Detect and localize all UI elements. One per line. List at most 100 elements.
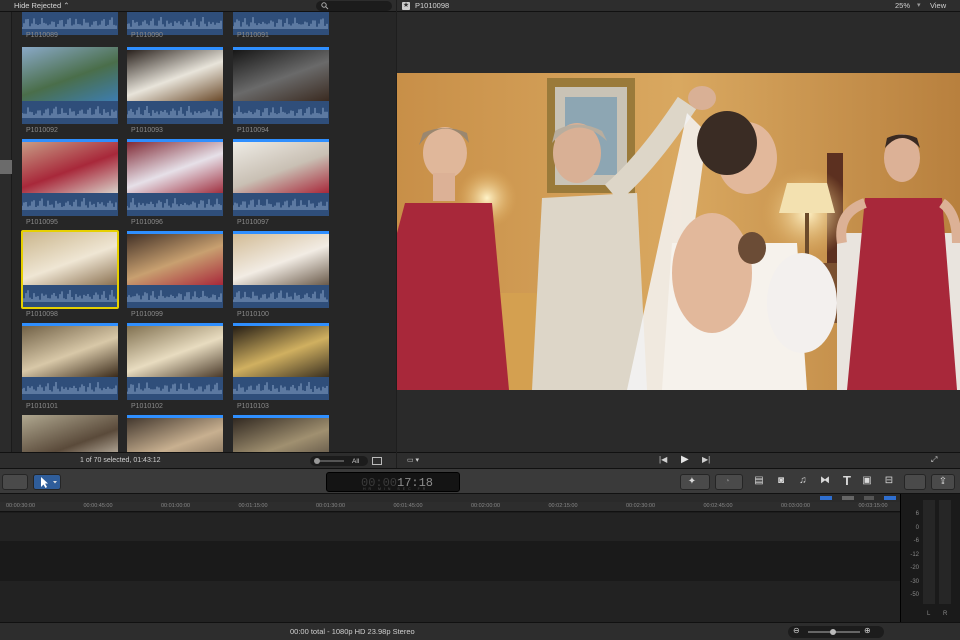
db-scale-label: 0: [915, 524, 919, 531]
audio-waveform: [126, 377, 223, 400]
sidebar-handle[interactable]: [0, 160, 12, 174]
enhance-popup[interactable]: ✦: [680, 474, 710, 490]
timeline-lane[interactable]: [0, 513, 900, 541]
clip-name: P1010094: [237, 127, 269, 134]
video-frame[interactable]: [397, 73, 960, 390]
filter-popup[interactable]: Hide Rejected ⌃: [14, 1, 70, 10]
retime-popup[interactable]: ◔: [715, 474, 743, 490]
ruler-tick: 00:02:00:00: [471, 503, 501, 509]
edit-mode-popup[interactable]: [2, 474, 28, 490]
audio-waveform: [232, 101, 329, 124]
ruler-tick: 00:03:15:00: [858, 503, 888, 509]
play-button[interactable]: ▶: [681, 454, 689, 465]
ruler-tick: 00:01:30:00: [316, 503, 346, 509]
clip-name: P1010096: [131, 219, 163, 226]
marker-range-bar: [127, 231, 223, 234]
previous-edit-button[interactable]: |◀: [659, 455, 667, 464]
clip-filmstrip: [233, 47, 329, 101]
clip-name: P1010098: [26, 311, 58, 318]
timeline-zoom-slider[interactable]: ⊖ ⊕: [788, 626, 884, 638]
clip-name: P1010097: [237, 219, 269, 226]
clip-name: P1010099: [131, 311, 163, 318]
timeline-lane[interactable]: [0, 581, 900, 622]
db-scale: 6 0 -6 -12 -20 -30 -50: [901, 494, 921, 622]
filter-label: Hide Rejected: [14, 1, 62, 10]
clip-appearance-icon[interactable]: [372, 457, 382, 465]
audio-waveform: [232, 377, 329, 400]
clip-name: P1010093: [131, 127, 163, 134]
view-menu[interactable]: View: [930, 1, 946, 10]
music-note-icon[interactable]: ♫: [794, 473, 812, 489]
ruler-tick: 00:02:45:00: [703, 503, 733, 509]
audio-waveform: [126, 101, 223, 124]
generators-icon[interactable]: ▣: [858, 473, 876, 489]
marker-range-bar: [127, 139, 223, 142]
ruler-tick: 00:00:45:00: [83, 503, 113, 509]
event-browser: Hide Rejected ⌃ P1010089 P1010090 P1010091…: [0, 0, 396, 468]
themes-icon[interactable]: ⊟: [880, 473, 898, 489]
clip-name: P1010090: [131, 32, 163, 39]
clip-filmstrip: [233, 231, 329, 285]
db-scale-label: -50: [910, 592, 919, 598]
ruler-tick: 00:01:00:00: [161, 503, 191, 509]
transform-popup[interactable]: ▭ ▾: [407, 456, 431, 466]
clip-name: P1010089: [26, 32, 58, 39]
clip-name: P1010103: [237, 403, 269, 410]
meter-right-label: R: [943, 611, 948, 617]
clip-size-slider[interactable]: [310, 456, 368, 466]
inspector-button[interactable]: [904, 474, 926, 490]
select-tool-popup[interactable]: [33, 474, 61, 490]
clip-filmstrip: [233, 323, 329, 377]
transitions-icon[interactable]: ⧓: [816, 473, 834, 489]
viewer-zoom-level[interactable]: 25%: [895, 1, 910, 10]
audio-waveform: [21, 377, 118, 400]
dashboard-timecode[interactable]: 00:00 17:18 HR MIN SEC FR: [326, 472, 460, 492]
marker-range-bar: [22, 323, 118, 326]
db-scale-label: 6: [915, 511, 919, 517]
clip-filmstrip: [127, 139, 223, 193]
clip-filmstrip: [127, 47, 223, 101]
browser-header: Hide Rejected ⌃: [0, 0, 396, 12]
clip-filmstrip: [127, 231, 223, 285]
ruler-tick: 00:01:45:00: [393, 503, 423, 509]
marker-range-bar: [233, 139, 329, 142]
audio-waveform: [232, 285, 329, 308]
favorite-star-icon: ★: [402, 2, 410, 10]
audio-waveform: [232, 193, 329, 216]
filter-arrow-icon: ⌃: [63, 1, 70, 10]
marker-range-bar: [127, 47, 223, 50]
clip-filmstrip: [233, 415, 329, 452]
library-sidebar-collapsed[interactable]: [0, 12, 12, 452]
primary-storyline[interactable]: [0, 541, 900, 581]
audio-waveform: [126, 193, 223, 216]
wedding-frame-image: [397, 73, 960, 390]
arrow-tool-icon: [41, 477, 57, 488]
zoom-in-icon[interactable]: ⊕: [864, 626, 871, 635]
timeline-ruler[interactable]: 00:00:30:00 00:00:45:00 00:01:00:00 00:01:1…: [0, 502, 900, 512]
search-field[interactable]: [316, 1, 392, 11]
share-button[interactable]: ⇪: [931, 474, 955, 490]
zoom-out-icon[interactable]: ⊖: [793, 626, 800, 635]
db-scale-label: -6: [913, 538, 919, 544]
timeline[interactable]: 00:00:30:00 00:00:45:00 00:01:00:00 00:01:1…: [0, 494, 900, 622]
browser-footer: 1 of 70 selected, 01:43:12 All: [0, 452, 396, 468]
titles-icon[interactable]: T: [838, 473, 856, 489]
marker-range-bar: [233, 231, 329, 234]
zoom-dropdown-icon[interactable]: ▾: [917, 1, 921, 9]
marker-range-bar: [127, 415, 223, 418]
clip-filmstrip: [22, 323, 118, 377]
clip-name: P1010100: [237, 311, 269, 318]
duration-all-label[interactable]: All: [352, 458, 359, 465]
timeline-skimming-icons[interactable]: [818, 495, 898, 502]
clip-filmstrip: [127, 415, 223, 452]
viewer-footer: ▭ ▾ |◀ ▶ ▶| ⤢: [397, 452, 960, 468]
next-edit-button[interactable]: ▶|: [702, 455, 710, 464]
timeline-header: [0, 494, 900, 502]
selection-status: 1 of 70 selected, 01:43:12: [80, 457, 161, 464]
meter-left: [923, 500, 935, 604]
media-browser-icon[interactable]: ▤: [750, 473, 768, 489]
photo-camera-icon[interactable]: ◙: [772, 473, 790, 489]
fullscreen-icon[interactable]: ⤢: [931, 455, 943, 465]
share-icon: ⇪: [938, 476, 948, 487]
db-scale-label: -30: [910, 578, 919, 585]
